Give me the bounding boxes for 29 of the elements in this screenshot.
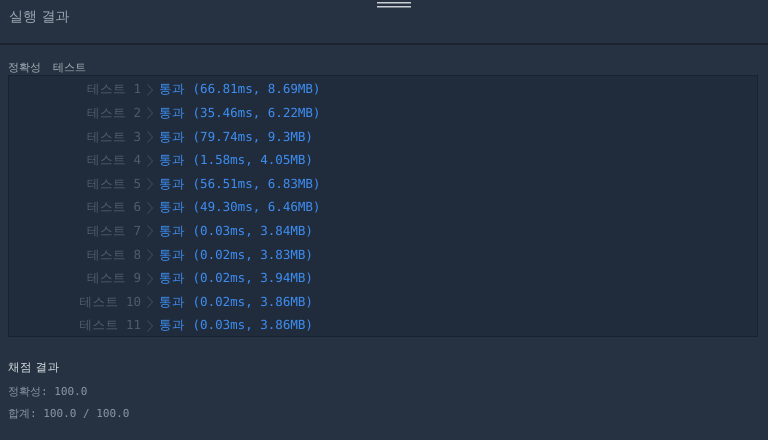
chevron-icon (147, 154, 153, 167)
test-result: 통과 (0.02ms, 3.83MB) (159, 246, 313, 264)
panel-title: 실행 결과 (9, 8, 70, 27)
chevron-icon (147, 320, 153, 332)
test-result: 통과 (1.58ms, 4.05MB) (159, 151, 313, 170)
test-result: 통과 (0.02ms, 3.94MB) (159, 269, 313, 288)
test-result: 통과 (0.03ms, 3.84MB) (159, 222, 313, 240)
test-result: 통과 (0.03ms, 3.86MB) (159, 316, 313, 334)
chevron-icon (147, 272, 153, 285)
summary-line: 정확성: 100.0 (8, 384, 88, 400)
test-result: 통과 (35.46ms, 6.22MB) (159, 104, 320, 122)
chevron-icon (147, 248, 153, 261)
chevron-icon (147, 178, 153, 190)
summary-title: 채점 결과 (8, 359, 61, 376)
chevron-icon (147, 107, 153, 120)
section-label: 테스트 (53, 61, 86, 74)
test-result: 통과 (56.51ms, 6.83MB) (159, 174, 320, 193)
chevron-icon (147, 225, 153, 238)
chevron-icon (147, 130, 153, 143)
test-result: 통과 (66.81ms, 8.69MB) (159, 80, 320, 98)
test-result: 통과 (49.30ms, 6.46MB) (159, 198, 320, 216)
chevron-icon (147, 296, 153, 308)
summary-line: 합계: 100.0 / 100.0 (8, 406, 130, 422)
drag-handle-icon[interactable] (377, 2, 411, 8)
test-result: 통과 (79.74ms, 9.3MB) (159, 128, 313, 146)
chevron-icon (147, 202, 153, 214)
test-result: 통과 (0.02ms, 3.86MB) (159, 292, 313, 311)
chevron-icon (147, 84, 153, 96)
section-label: 정확성 (8, 61, 41, 74)
